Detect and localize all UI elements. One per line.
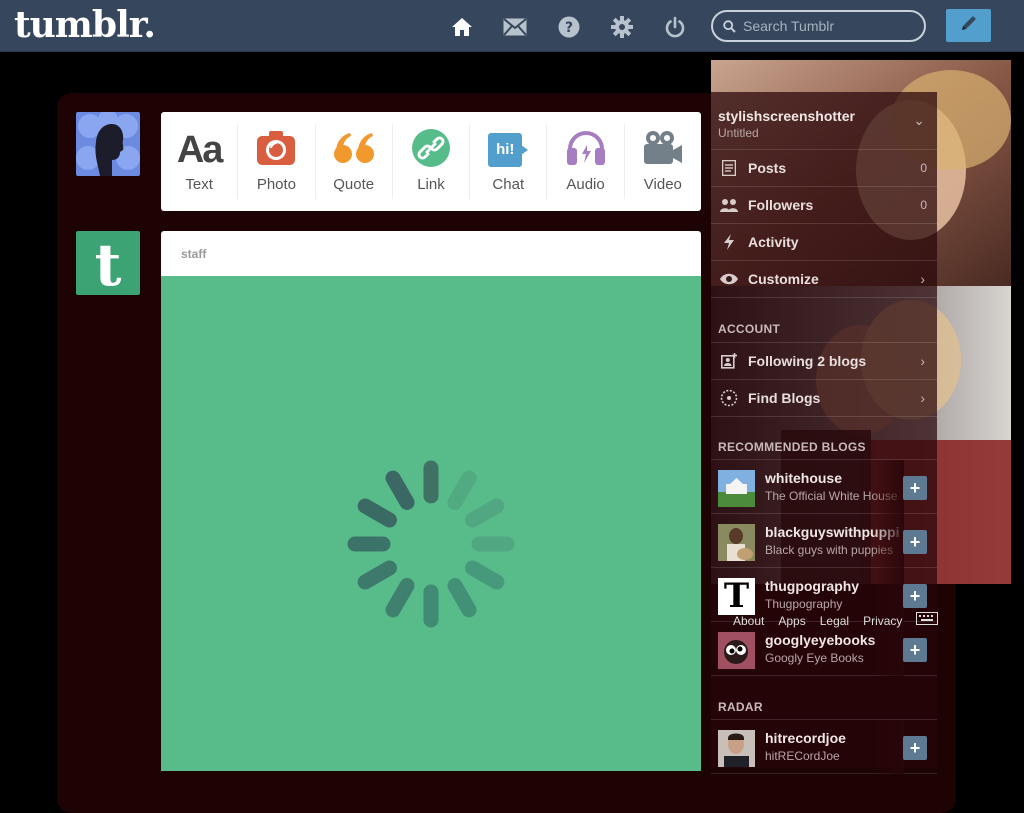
- menu-item-label: Find Blogs: [748, 390, 821, 406]
- chevron-right-icon: ›: [920, 390, 925, 406]
- lightning-icon: [719, 234, 739, 250]
- menu-item-posts[interactable]: Posts 0: [711, 150, 937, 187]
- gear-icon[interactable]: [609, 14, 635, 40]
- recommended-blog[interactable]: blackguyswithpuppies Black guys with pup…: [711, 514, 937, 568]
- follow-button[interactable]: +: [903, 638, 927, 662]
- footer-links: About Apps Legal Privacy: [733, 612, 939, 630]
- blog-header[interactable]: stylishscreenshotter Untitled ⌄: [711, 92, 937, 150]
- post-type-photo[interactable]: Photo: [238, 124, 316, 199]
- followers-count: 0: [920, 198, 927, 212]
- follow-button[interactable]: +: [903, 584, 927, 608]
- post-author[interactable]: staff: [181, 247, 206, 261]
- followers-icon: [719, 198, 739, 212]
- blog-name: stylishscreenshotter: [718, 108, 855, 124]
- menu-item-label: Followers: [748, 197, 814, 213]
- post-type-label: Quote: [333, 176, 375, 193]
- recommended-heading: RECOMMENDED BLOGS: [718, 440, 866, 454]
- user-avatar[interactable]: [76, 112, 140, 176]
- camera-icon: [257, 130, 296, 170]
- menu-item-customize[interactable]: Customize ›: [711, 261, 937, 298]
- posts-icon: [719, 160, 739, 176]
- blog-avatar-letter: T: [723, 578, 750, 615]
- power-icon[interactable]: [662, 14, 688, 40]
- headphones-icon: [566, 130, 606, 170]
- radar-heading: RADAR: [718, 700, 763, 714]
- menu-item-followers[interactable]: Followers 0: [711, 187, 937, 224]
- follow-button[interactable]: +: [903, 530, 927, 554]
- footer-link-privacy[interactable]: Privacy: [863, 614, 902, 628]
- blog-avatar: [718, 470, 755, 507]
- post-type-label: Photo: [256, 176, 297, 193]
- post-type-quote[interactable]: Quote: [316, 124, 393, 199]
- posts-count: 0: [920, 161, 927, 175]
- search-box: [711, 10, 926, 42]
- svg-text:?: ?: [565, 20, 573, 36]
- keyboard-icon[interactable]: [916, 612, 939, 630]
- footer-link-legal[interactable]: Legal: [820, 614, 849, 628]
- eye-icon: [719, 273, 739, 285]
- post-type-label: Text: [185, 176, 213, 193]
- post-media: [161, 276, 701, 771]
- search-icon: [723, 20, 736, 38]
- text-post-icon: Aa: [176, 128, 224, 171]
- blog-avatar: [718, 524, 755, 561]
- envelope-icon[interactable]: [502, 14, 528, 40]
- loading-spinner-icon: [347, 460, 515, 628]
- footer-link-about[interactable]: About: [733, 614, 764, 628]
- post-type-audio[interactable]: Audio: [547, 124, 625, 199]
- post-type-label: Chat: [492, 176, 525, 193]
- chat-icon-text: hi!: [496, 141, 515, 158]
- pencil-icon: [959, 13, 979, 38]
- blog-avatar: T: [718, 578, 755, 615]
- compass-icon: [719, 389, 739, 407]
- chat-icon: hi!: [488, 133, 529, 167]
- top-navigation-bar: tumblr. ?: [0, 0, 1024, 52]
- menu-item-find-blogs[interactable]: Find Blogs ›: [711, 380, 937, 417]
- quote-icon: [333, 132, 374, 169]
- link-icon: [411, 128, 450, 172]
- post-type-label: Video: [643, 176, 682, 193]
- post-type-chat[interactable]: hi! Chat: [470, 124, 548, 199]
- compose-button[interactable]: [946, 9, 991, 42]
- post-card: staff: [161, 231, 701, 771]
- recommended-blog[interactable]: whitehouse The Official White House +: [711, 460, 937, 514]
- recommended-blog[interactable]: googlyeyebooks Googly Eye Books +: [711, 622, 937, 676]
- blog-avatar: [718, 632, 755, 669]
- footer-link-apps[interactable]: Apps: [778, 614, 805, 628]
- menu-item-label: Activity: [748, 234, 799, 250]
- menu-item-label: Following 2 blogs: [748, 353, 867, 369]
- post-type-link[interactable]: Link: [393, 124, 471, 199]
- svg-text:t: t: [95, 231, 122, 295]
- post-type-label: Link: [417, 176, 445, 193]
- following-icon: [719, 353, 739, 369]
- account-menu: stylishscreenshotter Untitled ⌄ Posts 0 …: [711, 92, 937, 774]
- post-type-text[interactable]: Aa Text: [161, 124, 239, 199]
- account-panel: stylishscreenshotter Untitled ⌄ Posts 0 …: [711, 60, 1011, 774]
- menu-item-activity[interactable]: Activity: [711, 224, 937, 261]
- post-type-label: Audio: [566, 176, 605, 193]
- menu-item-label: Posts: [748, 160, 787, 176]
- post-type-video[interactable]: Video: [625, 124, 701, 199]
- staff-avatar[interactable]: t: [76, 231, 140, 295]
- account-heading: ACCOUNT: [718, 322, 781, 336]
- home-icon[interactable]: [449, 14, 475, 40]
- follow-button[interactable]: +: [903, 736, 927, 760]
- video-camera-icon: [643, 130, 682, 171]
- tumblr-logo[interactable]: tumblr.: [14, 4, 156, 46]
- chevron-right-icon: ›: [920, 353, 925, 369]
- help-icon[interactable]: ?: [556, 14, 582, 40]
- blog-avatar: [718, 730, 755, 767]
- menu-item-label: Customize: [748, 271, 819, 287]
- search-input[interactable]: [743, 17, 913, 35]
- chevron-down-icon[interactable]: ⌄: [913, 112, 925, 129]
- menu-item-following[interactable]: Following 2 blogs ›: [711, 343, 937, 380]
- follow-button[interactable]: +: [903, 476, 927, 500]
- blog-title: Untitled: [718, 126, 759, 140]
- radar-blog[interactable]: hitrecordjoe hitRECordJoe +: [711, 720, 937, 774]
- chevron-right-icon: ›: [920, 271, 925, 287]
- post-type-selector: Aa Text Photo Quote Link hi! Chat Audio: [161, 112, 701, 211]
